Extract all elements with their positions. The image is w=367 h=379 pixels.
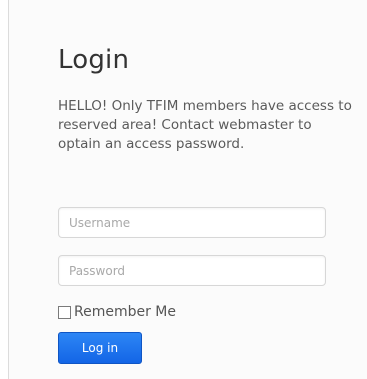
login-panel: Login HELLO! Only TFIM members have acce… [8,0,367,379]
remember-me-checkbox[interactable] [58,305,71,319]
remember-me-label: Remember Me [74,304,176,320]
login-intro-text: HELLO! Only TFIM members have access to … [58,98,352,152]
remember-me[interactable]: Remember Me [58,304,176,320]
login-title: Login [58,45,130,75]
username-input[interactable] [58,207,326,238]
password-input[interactable] [58,255,326,286]
login-button[interactable]: Log in [58,332,142,364]
